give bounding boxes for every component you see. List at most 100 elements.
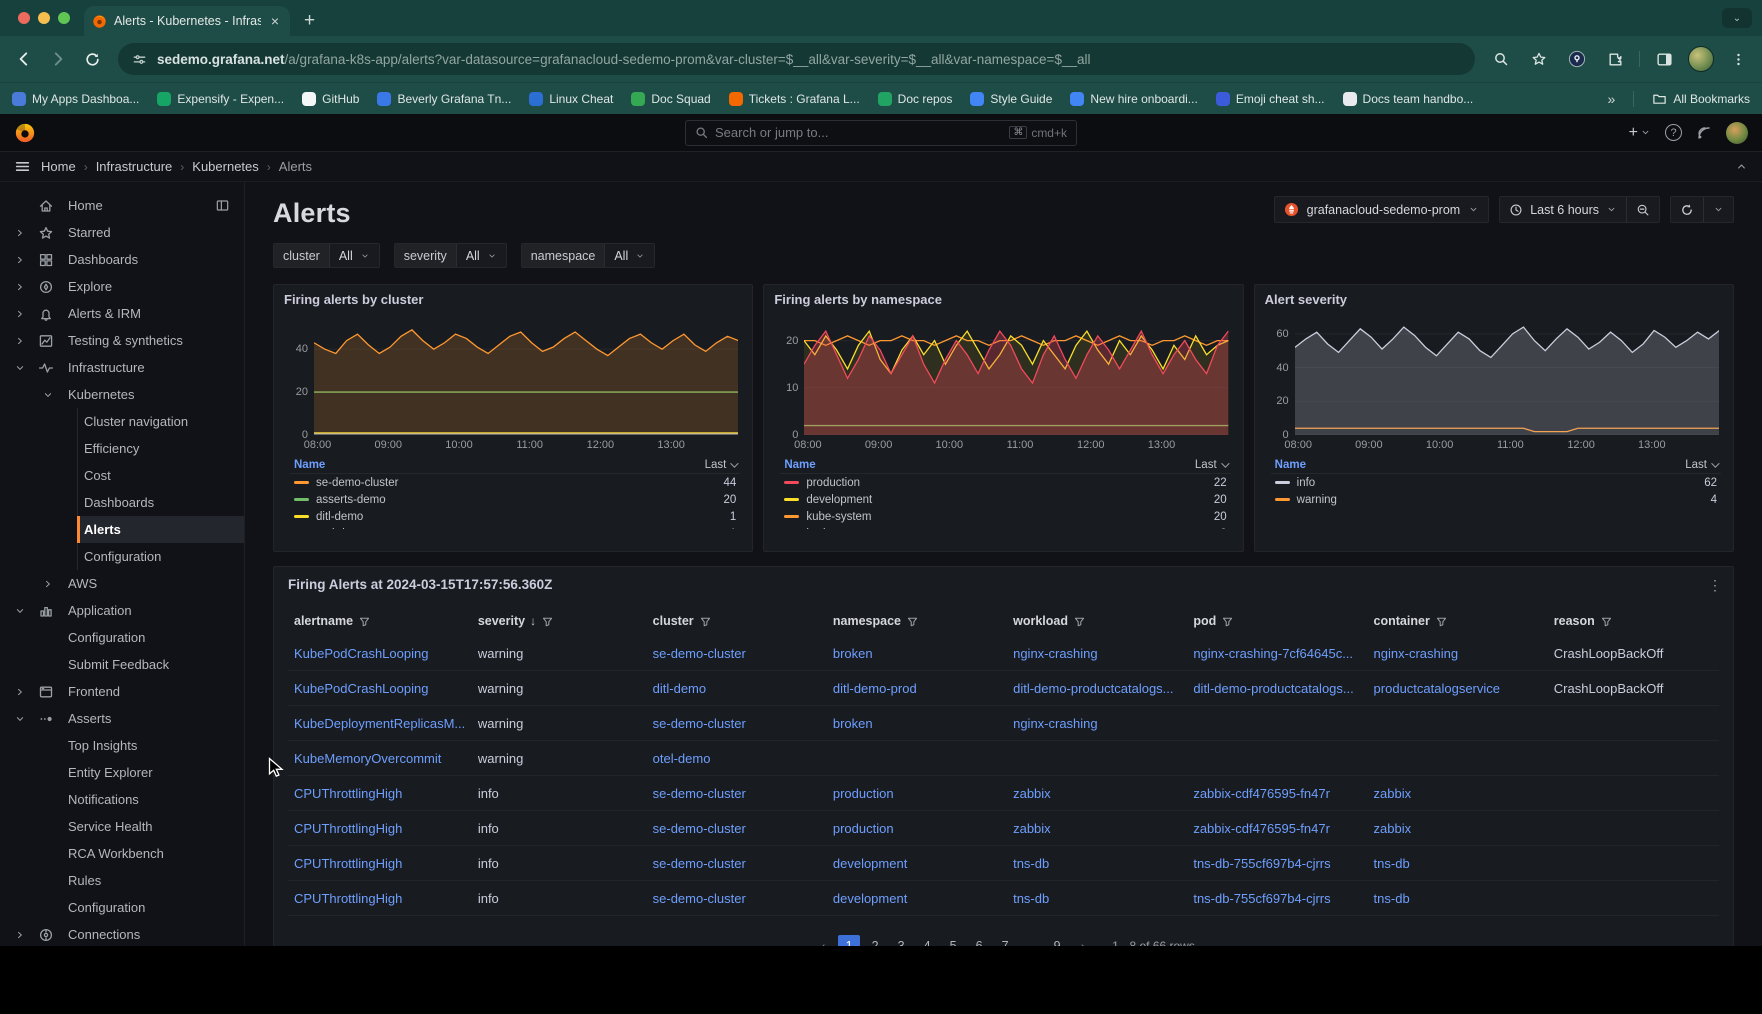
sidebar-item-submit-feedback[interactable]: Submit Feedback bbox=[0, 651, 244, 678]
legend-row[interactable]: otel-demo 1 bbox=[290, 525, 740, 529]
cell-alertname[interactable]: CPUThrottlingHigh bbox=[288, 891, 472, 906]
sidebar-item-dashboards[interactable]: Dashboards bbox=[0, 246, 244, 273]
cell-namespace[interactable]: ditl-demo-prod bbox=[827, 681, 1007, 696]
cell-container[interactable]: zabbix bbox=[1368, 786, 1548, 801]
breadcrumb-item[interactable]: Home bbox=[41, 159, 76, 174]
cell-container[interactable]: tns-db bbox=[1368, 891, 1548, 906]
cell-pod[interactable]: tns-db-755cf697b4-cjrrs bbox=[1187, 891, 1367, 906]
refresh-button[interactable] bbox=[1670, 196, 1734, 223]
chevron-icon[interactable] bbox=[14, 929, 28, 941]
sidebar-item-aws[interactable]: AWS bbox=[0, 570, 244, 597]
chevron-icon[interactable] bbox=[14, 281, 28, 293]
cell-alertname[interactable]: KubeDeploymentReplicasM... bbox=[288, 716, 472, 731]
page-button-3[interactable]: 3 bbox=[890, 935, 912, 946]
column-header-container[interactable]: container bbox=[1368, 614, 1548, 628]
legend-row[interactable]: se-demo-cluster 44 bbox=[290, 474, 740, 491]
timeseries-chart[interactable]: 40200 bbox=[314, 317, 738, 435]
page-button-9[interactable]: 9 bbox=[1046, 935, 1068, 946]
filter-value-dropdown[interactable]: All bbox=[329, 244, 379, 267]
bookmarks-overflow-icon[interactable]: » bbox=[1608, 91, 1616, 107]
chevron-icon[interactable] bbox=[14, 605, 28, 617]
panel-alert-severity[interactable]: Alert severity 6040200 08:0009:0010:0011… bbox=[1254, 284, 1734, 552]
all-bookmarks-button[interactable]: All Bookmarks bbox=[1652, 91, 1750, 106]
bookmark-item[interactable]: Doc Squad bbox=[631, 92, 710, 106]
new-tab-button[interactable]: + bbox=[304, 10, 315, 32]
cell-container[interactable]: productcatalogservice bbox=[1368, 681, 1548, 696]
legend-row[interactable]: production 22 bbox=[780, 474, 1230, 491]
cell-pod[interactable]: zabbix-cdf476595-fn47r bbox=[1187, 821, 1367, 836]
chevron-icon[interactable] bbox=[14, 308, 28, 320]
chevron-icon[interactable] bbox=[14, 227, 28, 239]
legend-header[interactable]: Name Last bbox=[290, 457, 740, 474]
cell-container[interactable]: zabbix bbox=[1368, 821, 1548, 836]
datasource-picker[interactable]: grafanacloud-sedemo-prom bbox=[1274, 196, 1490, 223]
timeseries-chart[interactable]: 6040200 bbox=[1295, 317, 1719, 435]
breadcrumb-item[interactable]: Infrastructure bbox=[96, 159, 173, 174]
browser-menu-icon[interactable] bbox=[1724, 45, 1752, 73]
previous-page-button[interactable]: ‹ bbox=[812, 935, 834, 946]
cell-alertname[interactable]: CPUThrottlingHigh bbox=[288, 856, 472, 871]
legend-row[interactable]: asserts-demo 20 bbox=[290, 491, 740, 508]
sidebar-item-cost[interactable]: Cost bbox=[0, 462, 244, 489]
password-manager-extension-icon[interactable] bbox=[1563, 45, 1591, 73]
bookmark-item[interactable]: GitHub bbox=[302, 92, 359, 106]
news-icon[interactable] bbox=[1696, 125, 1712, 141]
legend-last-header[interactable]: Last bbox=[1195, 459, 1227, 471]
help-icon[interactable]: ? bbox=[1665, 124, 1682, 141]
table-row[interactable]: KubePodCrashLoopingwarningse-demo-cluste… bbox=[288, 636, 1719, 671]
cell-pod[interactable]: ditl-demo-productcatalogs... bbox=[1187, 681, 1367, 696]
filter-value-dropdown[interactable]: All bbox=[456, 244, 506, 267]
url-bar[interactable]: sedemo.grafana.net/a/grafana-k8s-app/ale… bbox=[118, 43, 1475, 75]
page-button-1[interactable]: 1 bbox=[838, 935, 860, 946]
cell-workload[interactable]: nginx-crashing bbox=[1007, 646, 1187, 661]
bookmark-item[interactable]: Expensify - Expen... bbox=[157, 92, 284, 106]
filter-funnel-icon[interactable] bbox=[1600, 615, 1613, 628]
bookmark-item[interactable]: Emoji cheat sh... bbox=[1216, 92, 1325, 106]
grafana-logo[interactable] bbox=[14, 122, 36, 144]
cell-workload[interactable]: zabbix bbox=[1007, 786, 1187, 801]
legend-row[interactable]: kube-system 20 bbox=[780, 508, 1230, 525]
sidebar-item-service-health[interactable]: Service Health bbox=[0, 813, 244, 840]
sidebar-item-rca-workbench[interactable]: RCA Workbench bbox=[0, 840, 244, 867]
time-range-picker[interactable]: Last 6 hours bbox=[1499, 196, 1660, 223]
column-header-workload[interactable]: workload bbox=[1007, 614, 1187, 628]
column-header-pod[interactable]: pod bbox=[1187, 614, 1367, 628]
sidebar-item-dashboards[interactable]: Dashboards bbox=[0, 489, 244, 516]
sidebar-item-configuration[interactable]: Configuration bbox=[0, 543, 244, 570]
cell-pod[interactable]: zabbix-cdf476595-fn47r bbox=[1187, 786, 1367, 801]
cell-namespace[interactable]: production bbox=[827, 821, 1007, 836]
cell-alertname[interactable]: KubePodCrashLooping bbox=[288, 646, 472, 661]
cell-container[interactable]: tns-db bbox=[1368, 856, 1548, 871]
sidebar-item-rules[interactable]: Rules bbox=[0, 867, 244, 894]
extensions-icon[interactable] bbox=[1601, 45, 1629, 73]
bookmark-item[interactable]: My Apps Dashboa... bbox=[12, 92, 139, 106]
chevron-icon[interactable] bbox=[14, 335, 28, 347]
forward-button[interactable] bbox=[44, 45, 72, 73]
window-controls[interactable] bbox=[18, 12, 70, 24]
reload-button[interactable] bbox=[78, 45, 106, 73]
sidebar-item-configuration[interactable]: Configuration bbox=[0, 624, 244, 651]
column-header-alertname[interactable]: alertname bbox=[288, 614, 472, 628]
sidebar-item-asserts[interactable]: Asserts bbox=[0, 705, 244, 732]
search-icon[interactable] bbox=[1487, 45, 1515, 73]
sidebar-item-frontend[interactable]: Frontend bbox=[0, 678, 244, 705]
filter-funnel-icon[interactable] bbox=[541, 615, 554, 628]
sidebar-item-alerts-irm[interactable]: Alerts & IRM bbox=[0, 300, 244, 327]
tab-close-icon[interactable]: × bbox=[268, 13, 282, 29]
close-window-button[interactable] bbox=[18, 12, 30, 24]
cell-cluster[interactable]: otel-demo bbox=[647, 751, 827, 766]
page-button-…[interactable]: … bbox=[1020, 935, 1042, 946]
zoom-out-button[interactable] bbox=[1626, 197, 1659, 222]
filter-funnel-icon[interactable] bbox=[1221, 615, 1234, 628]
cell-alertname[interactable]: CPUThrottlingHigh bbox=[288, 821, 472, 836]
cell-container[interactable]: nginx-crashing bbox=[1368, 646, 1548, 661]
cell-alertname[interactable]: KubeMemoryOvercommit bbox=[288, 751, 472, 766]
chevron-icon[interactable] bbox=[14, 362, 28, 374]
bookmark-item[interactable]: Doc repos bbox=[878, 92, 953, 106]
timeseries-chart[interactable]: 20100 bbox=[804, 317, 1228, 435]
menu-toggle-icon[interactable] bbox=[14, 158, 31, 175]
sidebar-item-starred[interactable]: Starred bbox=[0, 219, 244, 246]
breadcrumb-item[interactable]: Kubernetes bbox=[192, 159, 259, 174]
chart-legend[interactable]: Name Last production 22 development 20 k… bbox=[780, 457, 1230, 529]
cell-alertname[interactable]: CPUThrottlingHigh bbox=[288, 786, 472, 801]
